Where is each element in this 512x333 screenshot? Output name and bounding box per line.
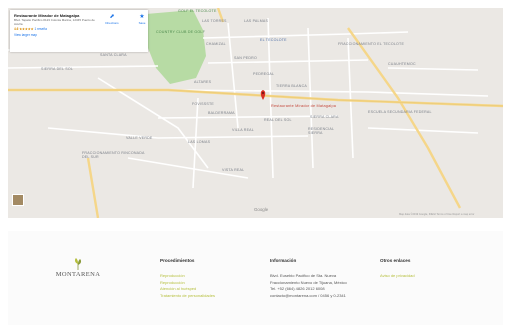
map-label-villa-real: VILLA REAL xyxy=(232,128,254,132)
map-label-tierra-blanca: TIERRA BLANCA xyxy=(276,84,307,88)
map-label-chamizal: CHAMIZAL xyxy=(206,42,226,46)
contact-email: contacto@montarena.com / 0456 y 0-2341 xyxy=(270,292,346,298)
footer-logo[interactable]: MONTARENA xyxy=(48,258,108,278)
save-star-icon: ★ xyxy=(139,14,145,20)
contact-line: Blvd. Eusebio Pacifico de Sta. Nueva xyxy=(270,273,337,278)
map-label-las-lomas: LAS LOMAS xyxy=(188,140,211,144)
map-label-balderrama: BALDERRAMA xyxy=(208,111,235,115)
column-title: Información xyxy=(270,258,297,263)
directions-icon: ⬈ xyxy=(109,14,115,20)
map-label-real-del-sol: REAL DEL SOL xyxy=(264,118,292,122)
map-label-las-torres: LAS TORRES xyxy=(202,19,227,23)
map-label-restaurant[interactable]: Restaurante Mirador de Matagalpa xyxy=(271,104,336,108)
map-label-escuela: ESCUELA SECUNDARIA FEDERAL xyxy=(368,110,432,114)
leaf-logo-icon xyxy=(74,258,82,270)
rating-value: 4.6 ★★★★★ xyxy=(14,27,34,31)
map-label-sierra-clara: SIERRA CLARA xyxy=(310,115,339,119)
save-label: Save xyxy=(138,21,146,25)
directions-label: Directions xyxy=(105,21,119,25)
map-label-fracc-sur: FRACCIONAMIENTO RINCONADA DEL SUR xyxy=(82,151,145,159)
column-title: Procedimientos xyxy=(160,258,195,263)
map-label-fovissste: FOVISSSTE xyxy=(192,102,214,106)
map-label-residencial: RESIDENCIAL SIERRA xyxy=(308,127,335,135)
map-label-fraccionamiento: FRACCIONAMIENTO EL TECOLOTE xyxy=(338,42,405,46)
place-info-card: Restaurante Mirador de Matagalpa Blvd. T… xyxy=(10,10,148,52)
privacy-link[interactable]: Aviso de privacidad xyxy=(380,273,415,280)
footer-column-otros-enlaces: Otros enlaces Aviso de privacidad xyxy=(380,258,415,280)
google-logo: Google xyxy=(254,207,269,212)
map-label-golf: Golf El Tecolote xyxy=(178,9,217,13)
map-label-valle-verde: VALLE VERDE xyxy=(126,136,153,140)
map-label-sierra-del-sol: SIERRA DEL SOL xyxy=(41,67,74,71)
map-label-country-club: Country Club de Golf xyxy=(156,30,205,34)
map-label-pedregal: PEDREGAL xyxy=(253,72,275,76)
map-label-altares: ALTARES xyxy=(194,80,212,84)
map-label-cuauhtemoc: CUAUHTEMOC xyxy=(388,62,416,66)
embedded-map[interactable]: Golf El Tecolote LAS TORRES LAS PALMAS C… xyxy=(8,8,503,218)
map-label-santa-clara: SANTA CLARA xyxy=(100,53,127,57)
page: Golf El Tecolote LAS TORRES LAS PALMAS C… xyxy=(0,0,512,333)
map-label-vista-real: VISTA REAL xyxy=(222,168,245,172)
footer-column-procedimientos: Procedimientos Reproducción Reproducción… xyxy=(160,258,215,299)
place-address: Blvd. Tapatio Pacifico #123 Colonia Mari… xyxy=(14,18,95,26)
map-label-las-palmas: LAS PALMAS xyxy=(244,19,269,23)
map-label-el-tecolote: El Tecolote xyxy=(260,38,287,42)
view-larger-map-link[interactable]: View larger map xyxy=(14,33,144,37)
directions-button[interactable]: ⬈ Directions xyxy=(104,14,120,25)
save-button[interactable]: ★ Save xyxy=(134,14,150,25)
logo-wordmark: MONTARENA xyxy=(55,271,101,278)
contact-phone: Tel. +52 (664) 4826 2012 6008 xyxy=(270,286,325,292)
map-attribution[interactable]: Map data ©2019 Google, INEGI Terms of Us… xyxy=(399,213,474,216)
reviews-link[interactable]: 1 reseña xyxy=(35,27,47,31)
satellite-toggle-thumbnail[interactable] xyxy=(12,194,24,206)
footer-column-informacion: Información Blvd. Eusebio Pacifico de St… xyxy=(270,258,347,299)
column-title: Otros enlaces xyxy=(380,258,411,263)
place-rating: 4.6 ★★★★★ 1 reseña xyxy=(14,27,144,31)
footer-link[interactable]: Tratamiento de personalidades xyxy=(160,293,215,300)
map-label-san-pedro: SAN PEDRO xyxy=(234,56,257,60)
site-footer xyxy=(8,231,503,325)
contact-line: Fraccionamiento Nuevo de Tijuana, México xyxy=(270,279,347,285)
